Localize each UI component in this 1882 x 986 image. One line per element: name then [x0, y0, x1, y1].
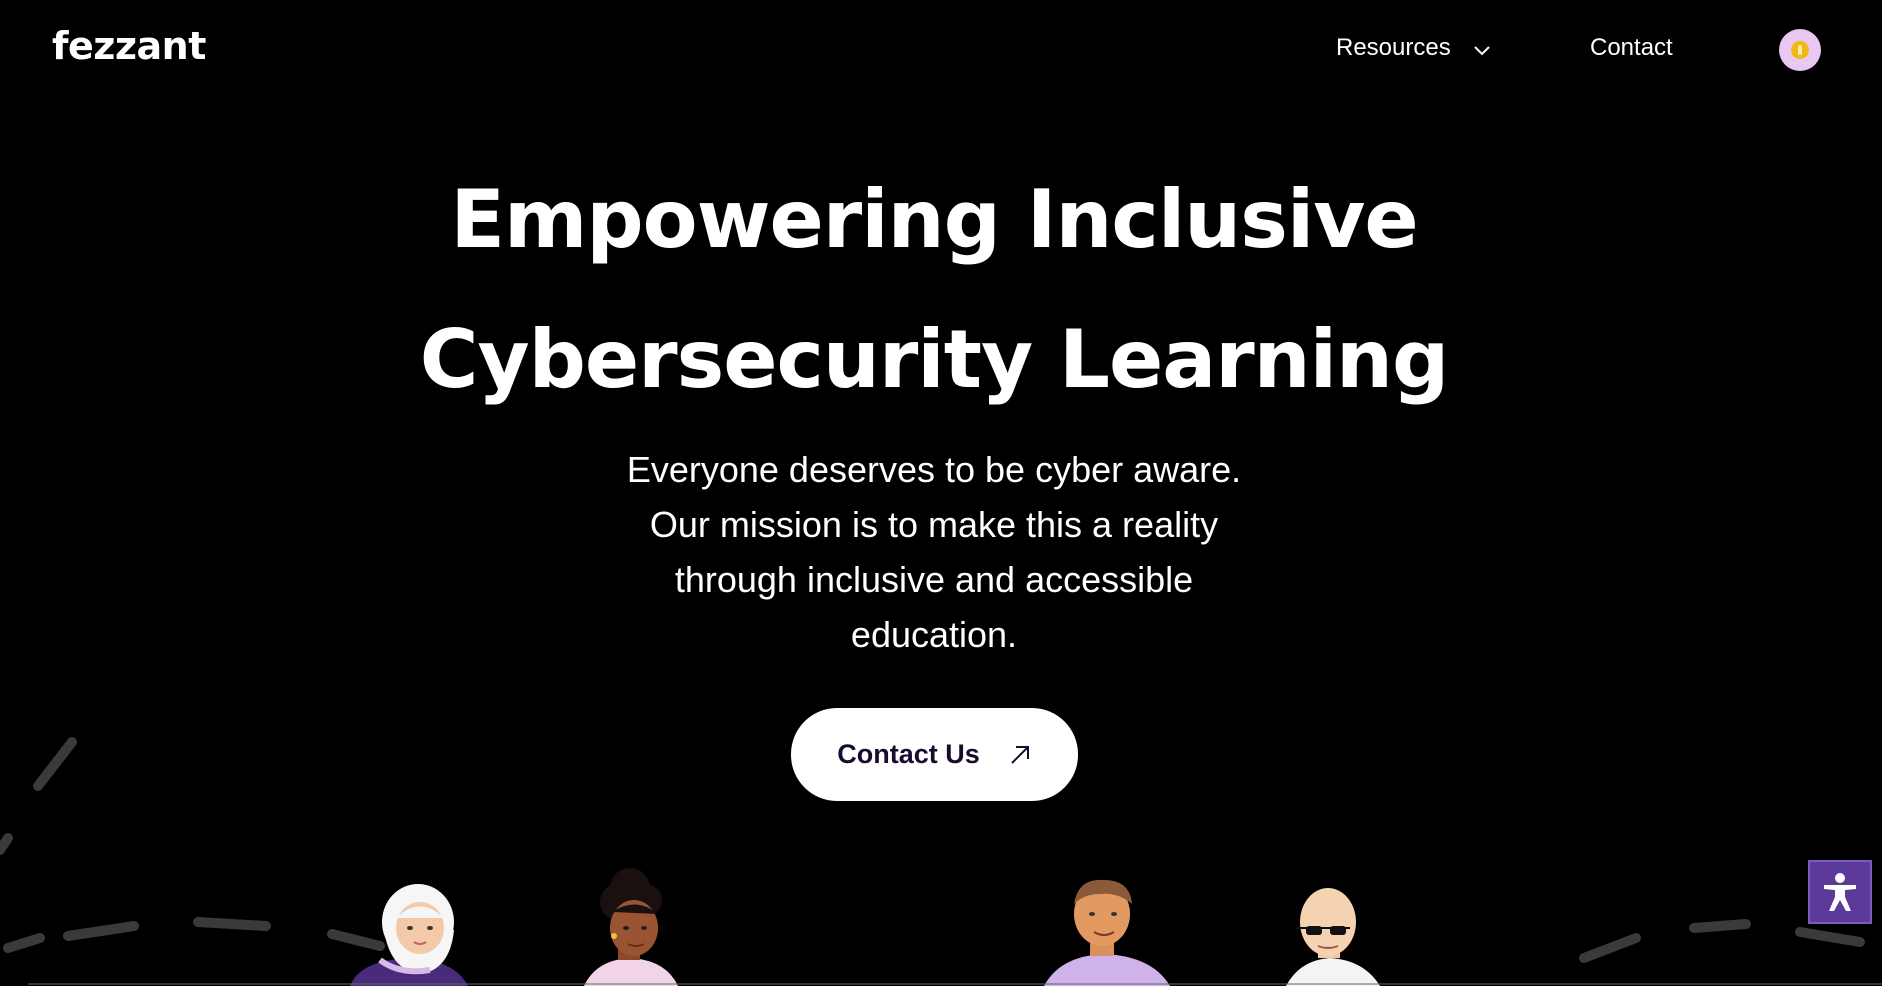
- nav-resources-label: Resources: [1336, 34, 1451, 61]
- hero-subtitle-line3: through inclusive and accessible: [674, 559, 1194, 600]
- hero-title-line2: Cybersecurity Learning: [419, 313, 1449, 406]
- person-illustration-2: [584, 868, 678, 986]
- arrow-up-right-icon: [1011, 745, 1029, 764]
- hero-subtitle-line1: Everyone deserves to be cyber aware.: [626, 449, 1242, 490]
- nav-contact-link[interactable]: Contact: [1590, 34, 1673, 62]
- theme-toggle-button[interactable]: [1779, 29, 1821, 71]
- hero-title-line1: Empowering Inclusive: [450, 173, 1418, 266]
- accessibility-icon: [1824, 873, 1856, 911]
- person-illustration-1: [350, 884, 468, 986]
- contact-us-label: Contact Us: [837, 739, 980, 769]
- page: fezzant Resources Contact Empowering Inc…: [0, 0, 1882, 986]
- hero-subtitle-line4: education.: [850, 614, 1018, 655]
- hero-subtitle-line2: Our mission is to make this a reality: [649, 504, 1219, 545]
- hero-title: Empowering Inclusive Cybersecurity Learn…: [0, 150, 1868, 430]
- accessibility-button[interactable]: [1808, 860, 1872, 924]
- sun-icon: [1791, 41, 1809, 59]
- hero-subtitle: Everyone deserves to be cyber aware. Our…: [0, 442, 1868, 662]
- logo[interactable]: fezzant: [52, 24, 206, 68]
- person-illustration-3: [1044, 879, 1170, 986]
- person-illustration-4: [1286, 888, 1380, 986]
- nav-resources-dropdown[interactable]: Resources: [1336, 34, 1491, 62]
- contact-us-button[interactable]: Contact Us: [791, 708, 1078, 801]
- chevron-down-icon: [1474, 46, 1490, 56]
